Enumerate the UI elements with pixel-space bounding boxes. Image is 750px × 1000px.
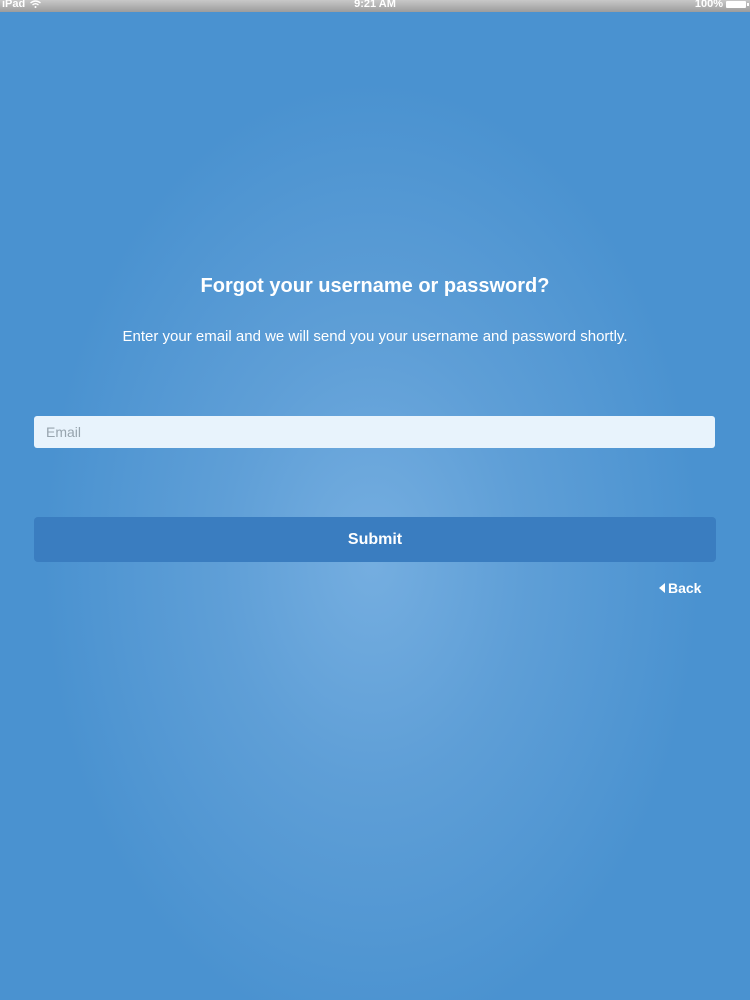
status-time: 9:21 AM: [354, 0, 396, 10]
battery-icon: [726, 0, 749, 8]
chevron-left-icon: [659, 583, 665, 593]
instructions-text: Enter your email and we will send you yo…: [122, 328, 628, 345]
page-title: Forgot your username or password?: [200, 275, 550, 297]
email-field[interactable]: [34, 416, 715, 448]
forgot-credentials-screen: iPad 9:21 AM 100% Forgot your username o…: [0, 0, 750, 1000]
status-battery: 100%: [694, 0, 749, 10]
status-bar: iPad 9:21 AM 100%: [0, 0, 750, 12]
battery-level: 100%: [694, 0, 723, 10]
back-link[interactable]: Back: [659, 580, 701, 596]
submit-button[interactable]: Submit: [34, 517, 716, 562]
back-label: Back: [668, 580, 702, 596]
